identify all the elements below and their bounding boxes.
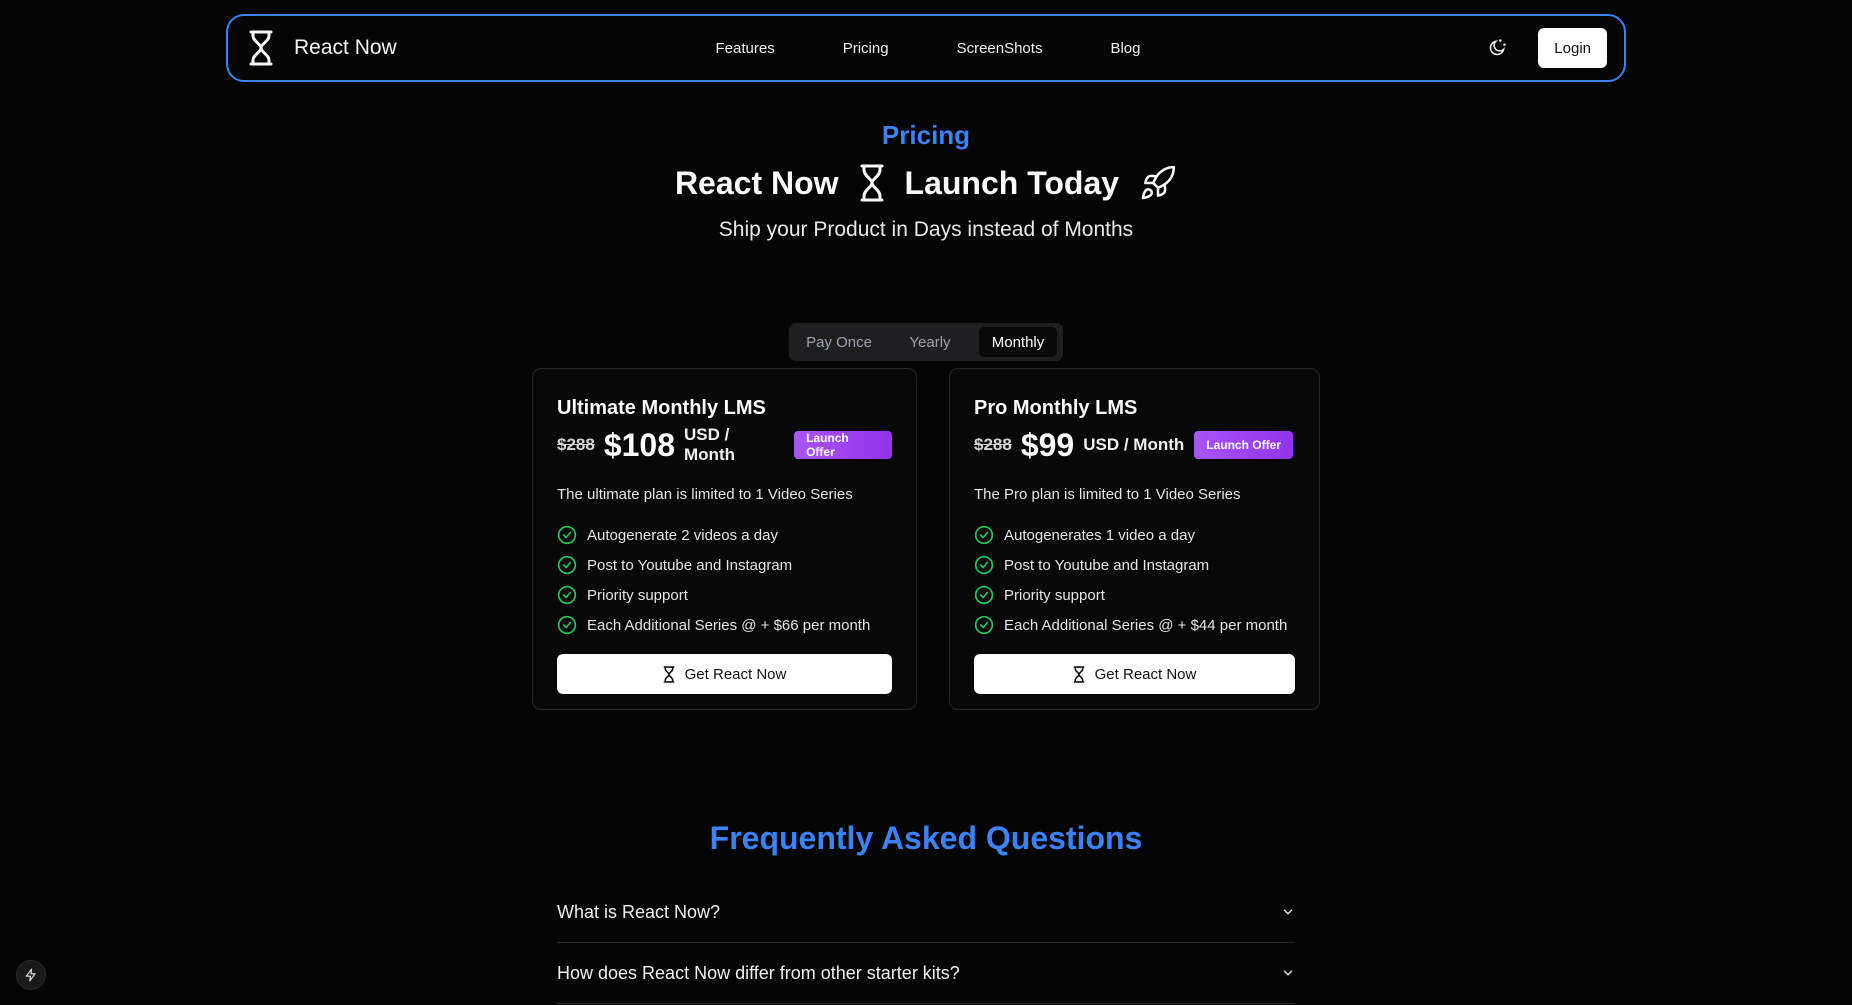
hourglass-icon: [859, 164, 885, 202]
chevron-down-icon: [1283, 970, 1293, 976]
feature-item: Post to Youtube and Instagram: [974, 550, 1295, 580]
feature-item: Priority support: [974, 580, 1295, 610]
feature-item: Autogenerates 1 video a day: [974, 520, 1295, 550]
hourglass-icon: [1073, 665, 1085, 683]
feature-list: Autogenerate 2 videos a day Post to Yout…: [557, 520, 892, 640]
feature-text: Post to Youtube and Instagram: [587, 556, 793, 574]
feature-item: Post to Youtube and Instagram: [557, 550, 892, 580]
section-eyebrow: Pricing: [881, 120, 971, 150]
lightning-icon[interactable]: [16, 960, 46, 990]
old-price: $288: [557, 435, 595, 454]
feature-text: Autogenerate 2 videos a day: [587, 526, 778, 544]
check-circle-icon: [974, 555, 994, 575]
feature-text: Priority support: [587, 586, 688, 604]
faq-question: How does React Now differ from other sta…: [557, 962, 960, 983]
plan-name: Ultimate Monthly LMS: [557, 397, 766, 419]
theme-toggle-icon[interactable]: [1484, 35, 1510, 61]
feature-text: Priority support: [1004, 586, 1105, 604]
login-button[interactable]: Login: [1538, 28, 1607, 68]
feature-item: Autogenerate 2 videos a day: [557, 520, 892, 550]
get-react-now-button[interactable]: Get React Now: [974, 654, 1295, 694]
price: $99: [1020, 426, 1075, 463]
old-price: $288: [974, 435, 1012, 454]
cta-label: Get React Now: [684, 665, 787, 683]
hero-subtitle: Ship your Product in Days instead of Mon…: [718, 218, 1134, 241]
hero-title-right: Launch Today: [904, 164, 1120, 201]
launch-offer-badge: Launch Offer: [794, 431, 892, 459]
cta-label: Get React Now: [1094, 665, 1197, 683]
faq-item[interactable]: What is React Now?: [557, 882, 1295, 943]
faq-question: What is React Now?: [557, 901, 721, 922]
chevron-down-icon: [1283, 909, 1293, 915]
nav-link-features[interactable]: Features: [716, 40, 775, 57]
brand[interactable]: React Now: [248, 30, 397, 66]
page: React Now Features Pricing ScreenShots B…: [0, 0, 1852, 1005]
check-circle-icon: [557, 585, 577, 605]
feature-item: Each Additional Series @ + $66 per month: [557, 610, 892, 640]
feature-text: Post to Youtube and Instagram: [1004, 556, 1210, 574]
brand-name: React Now: [294, 36, 397, 59]
plan-name: Pro Monthly LMS: [974, 397, 1138, 419]
launch-offer-badge: Launch Offer: [1194, 431, 1293, 459]
hourglass-icon: [248, 30, 274, 66]
feature-text: Each Additional Series @ + $66 per month: [587, 616, 871, 634]
billing-toggle: Pay Once Yearly Monthly: [789, 323, 1063, 361]
check-circle-icon: [974, 585, 994, 605]
faq-title: Frequently Asked Questions: [709, 820, 1143, 856]
get-react-now-button[interactable]: Get React Now: [557, 654, 892, 694]
feature-list: Autogenerates 1 video a day Post to Yout…: [974, 520, 1295, 640]
hourglass-icon: [663, 665, 675, 683]
nav-links: Features Pricing ScreenShots Blog: [228, 16, 1624, 80]
price-period: USD / Month: [684, 425, 735, 464]
price-row: $288 $108 USD / Month Launch Offer: [557, 425, 892, 464]
pricing-card-ultimate: Ultimate Monthly LMS $288 $108 USD / Mon…: [532, 368, 917, 710]
hero-title-left: React Now: [674, 164, 839, 201]
rocket-icon: [1139, 164, 1177, 202]
price-period: USD / Month: [1083, 435, 1185, 454]
check-circle-icon: [974, 525, 994, 545]
nav-actions: Login: [1484, 28, 1607, 68]
billing-option-monthly[interactable]: Monthly: [979, 327, 1057, 357]
price-row: $288 $99 USD / Month Launch Offer: [974, 426, 1295, 464]
navbar: React Now Features Pricing ScreenShots B…: [226, 14, 1626, 82]
plan-description: The ultimate plan is limited to 1 Video …: [557, 486, 853, 503]
nav-link-pricing[interactable]: Pricing: [843, 40, 889, 57]
check-circle-icon: [557, 615, 577, 635]
hero-title: React Now Launch Today: [0, 164, 1852, 202]
feature-text: Each Additional Series @ + $44 per month: [1004, 616, 1288, 634]
pricing-card-pro: Pro Monthly LMS $288 $99 USD / Month Lau…: [949, 368, 1320, 710]
check-circle-icon: [557, 525, 577, 545]
feature-item: Each Additional Series @ + $44 per month: [974, 610, 1295, 640]
faq-list: What is React Now? How does React Now di…: [557, 882, 1295, 1004]
check-circle-icon: [557, 555, 577, 575]
feature-text: Autogenerates 1 video a day: [1004, 526, 1195, 544]
billing-option-pay-once[interactable]: Pay Once: [795, 327, 883, 357]
plan-description: The Pro plan is limited to 1 Video Serie…: [974, 486, 1241, 503]
nav-link-blog[interactable]: Blog: [1110, 40, 1140, 57]
feature-item: Priority support: [557, 580, 892, 610]
faq-item[interactable]: How does React Now differ from other sta…: [557, 943, 1295, 1004]
check-circle-icon: [974, 615, 994, 635]
price: $108: [603, 426, 676, 463]
nav-link-screenshots[interactable]: ScreenShots: [957, 40, 1043, 57]
billing-option-yearly[interactable]: Yearly: [887, 327, 973, 357]
